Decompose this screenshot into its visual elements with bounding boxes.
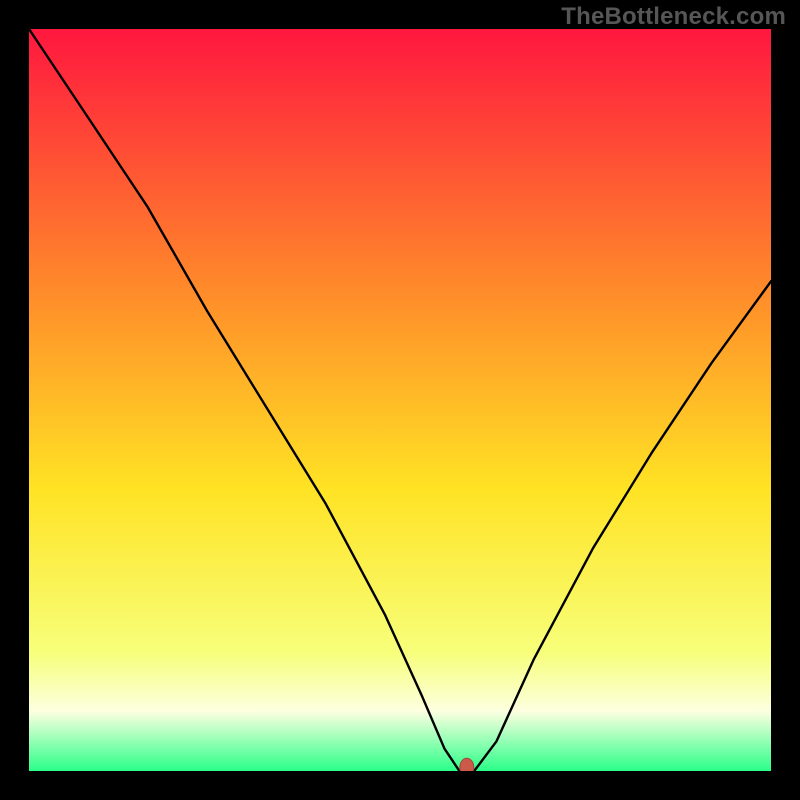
plot-area: [29, 29, 771, 771]
gradient-background: [29, 29, 771, 771]
chart-frame: TheBottleneck.com: [0, 0, 800, 800]
chart-svg: [29, 29, 771, 771]
marker-dot: [460, 758, 474, 771]
watermark-text: TheBottleneck.com: [561, 3, 786, 31]
